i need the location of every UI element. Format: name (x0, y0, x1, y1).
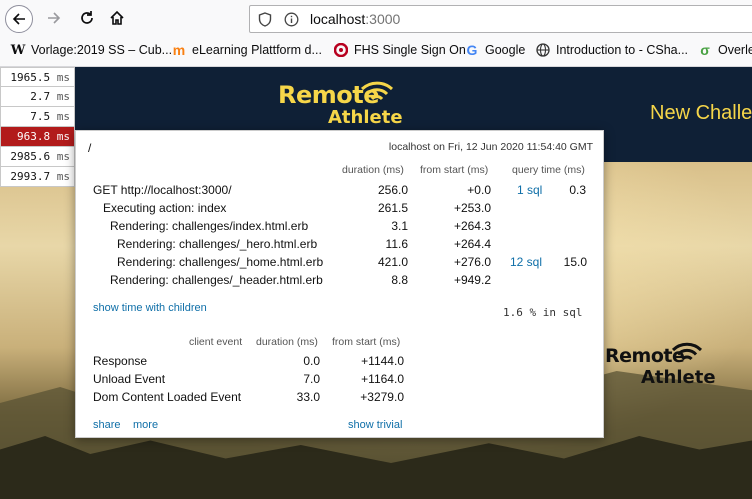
shield-icon[interactable] (258, 12, 272, 27)
bookmark-elearning[interactable]: m eLearning Plattform d... (172, 42, 322, 58)
bookmark-google[interactable]: G Google (465, 42, 526, 58)
profiler-badge[interactable]: 1965.5 ms (0, 67, 75, 87)
client-event-name: Unload Event (93, 372, 166, 386)
reload-button[interactable] (74, 5, 100, 31)
hero-logo: Remote Athlete (605, 342, 716, 388)
wifi-icon (671, 342, 703, 361)
header-from-start: from start (ms) (420, 164, 489, 176)
header-query-time: query time (ms) (512, 164, 585, 176)
sql-link[interactable]: 1 sql (517, 183, 542, 197)
timing-from-start: +264.4 (453, 237, 491, 251)
header-duration: duration (ms) (342, 164, 404, 176)
client-event-from-start: +1144.0 (361, 354, 404, 368)
timing-duration: 11.6 (385, 237, 408, 251)
client-event-name: Dom Content Loaded Event (93, 390, 242, 404)
timing-duration: 3.1 (391, 219, 408, 233)
profiler-badge[interactable]: 2985.6 ms (0, 147, 75, 167)
header-client-event: client event (189, 336, 243, 348)
home-button[interactable] (104, 5, 130, 31)
bookmark-vorlage[interactable]: W Vorlage:2019 SS – Cub... (10, 42, 172, 58)
bookmark-fhs-sso[interactable]: FHS Single Sign On (334, 43, 466, 57)
timing-name: Rendering: challenges/_hero.html.erb (117, 237, 318, 251)
back-button[interactable] (5, 5, 33, 33)
bookmarks-bar: W Vorlage:2019 SS – Cub... m eLearning P… (0, 38, 752, 67)
timing-name: Rendering: challenges/index.html.erb (110, 219, 309, 233)
query-time: 15.0 (563, 255, 587, 269)
request-path: / (88, 141, 92, 155)
timing-name: Rendering: challenges/_header.html.erb (110, 273, 323, 287)
request-timestamp: localhost on Fri, 12 Jun 2020 11:54:40 G… (388, 141, 593, 153)
profiler-badge-active[interactable]: 963.8 ms (0, 127, 75, 147)
bookmark-overleaf[interactable]: σ Overlea (698, 42, 752, 58)
nav-new-challenge[interactable]: New Challe (650, 102, 752, 125)
home-icon (110, 10, 124, 25)
wifi-icon (360, 81, 394, 101)
client-event-duration: 33.0 (296, 390, 320, 404)
overleaf-icon: σ (700, 42, 710, 58)
profiler-badge[interactable]: 7.5 ms (0, 107, 75, 127)
timing-duration: 8.8 (391, 273, 408, 287)
reload-icon (81, 11, 93, 24)
client-event-name: Response (93, 354, 148, 368)
show-children-link[interactable]: show time with children (93, 302, 207, 314)
browser-toolbar: localhost:3000 (0, 0, 752, 38)
timing-name: Rendering: challenges/_home.html.erb (117, 255, 324, 269)
url-bar[interactable]: localhost:3000 (249, 5, 752, 33)
google-icon: G (466, 42, 478, 58)
globe-icon (536, 43, 550, 57)
timing-name: Executing action: index (103, 201, 227, 215)
client-event-from-start: +1164.0 (361, 372, 404, 386)
bookmark-introduction[interactable]: Introduction to - CSha... (536, 43, 688, 57)
sql-link[interactable]: 12 sql (510, 255, 542, 269)
info-icon[interactable] (284, 12, 299, 27)
timing-from-start: +0.0 (467, 183, 491, 197)
timing-from-start: +276.0 (453, 255, 491, 269)
client-event-duration: 7.0 (303, 372, 320, 386)
client-event-duration: 0.0 (303, 354, 320, 368)
header-client-duration: duration (ms) (256, 336, 318, 348)
profiler-popup: / localhost on Fri, 12 Jun 2020 11:54:40… (75, 130, 604, 438)
more-link[interactable]: more (133, 419, 158, 431)
sql-percent: 1.6 % in sql (503, 306, 583, 319)
client-event-from-start: +3279.0 (360, 390, 404, 404)
arrow-right-icon (48, 12, 61, 24)
profiler-badge[interactable]: 2.7 ms (0, 87, 75, 107)
timing-duration: 421.0 (377, 255, 408, 269)
timing-duration: 256.0 (377, 183, 408, 197)
wikipedia-icon: W (10, 42, 26, 58)
url-text: localhost:3000 (310, 11, 401, 27)
profiler-badge[interactable]: 2993.7 ms (0, 167, 75, 187)
timing-name: GET http://localhost:3000/ (93, 183, 232, 197)
site-logo[interactable]: Remote Athlete (278, 81, 403, 128)
timing-from-start: +949.2 (453, 273, 491, 287)
arrow-left-icon (12, 13, 25, 25)
query-time: 0.3 (569, 183, 586, 197)
profiler-badges: 1965.5 ms 2.7 ms 7.5 ms 963.8 ms 2985.6 … (0, 67, 75, 187)
forward-button[interactable] (41, 5, 67, 31)
show-trivial-link[interactable]: show trivial (348, 419, 402, 431)
moodle-icon: m (172, 42, 186, 58)
fhs-icon (334, 43, 348, 57)
timing-from-start: +264.3 (453, 219, 491, 233)
timing-duration: 261.5 (377, 201, 408, 215)
header-client-from-start: from start (ms) (332, 336, 401, 348)
timing-from-start: +253.0 (453, 201, 491, 215)
share-link[interactable]: share (93, 419, 121, 431)
